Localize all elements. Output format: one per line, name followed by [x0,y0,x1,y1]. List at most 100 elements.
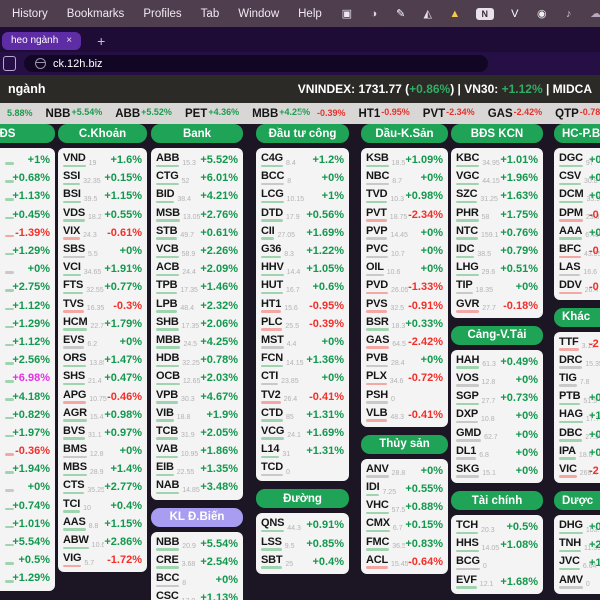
pencil-icon[interactable]: ✎ [395,7,407,20]
stock-row[interactable]: DTD 17.9 +0.56% [261,206,344,224]
stock-row[interactable]: OIL 10.6 +0% [366,260,443,278]
sector-header-pill[interactable]: Khác [554,307,600,327]
tape-item[interactable]: PVT -2.34% [423,107,475,120]
stock-row[interactable]: VIB 18.8 +1.9% [156,406,238,424]
tape-item[interactable]: ABB +5.52% [115,107,172,120]
stock-row[interactable]: DXP 10.8 +0% [456,407,538,425]
stock-row[interactable]: IPA 18.6 +0 [559,444,600,462]
stock-row[interactable]: +0.74% [0,497,50,515]
stock-row[interactable]: VGC 44.15 +1.96% [456,169,538,187]
stock-row[interactable]: MBB 24.5 +4.25% [156,333,238,351]
stock-row[interactable]: ORS13.85+1.47% [63,351,142,369]
stock-row[interactable]: NBC 8.7 +0% [366,169,443,187]
sector-header-pill[interactable]: KL Đ.Biến [151,507,243,527]
tape-item[interactable]: NBB +5.54% [46,107,103,120]
stock-row[interactable]: NBB 20.9 +5.54% [156,535,238,553]
stock-row[interactable]: HDB 32.25 +0.78% [156,351,238,369]
stock-row[interactable]: GMD 62.7 +0% [456,425,538,443]
tape-item[interactable]: QTP-0.78% [555,107,600,120]
stock-row[interactable]: TVD 10.3 +0.98% [366,187,443,205]
stock-row[interactable]: CMX 6.7 +0.15% [366,516,443,534]
stock-row[interactable]: +1.13% [0,187,50,205]
stock-row[interactable]: SSI 32.35 +0.15% [63,169,142,187]
stock-row[interactable]: PVB 28.4 +0% [366,351,443,369]
stock-row[interactable]: DGC 97 +0 [559,151,600,169]
stock-row[interactable]: AGR 15.4 +0.98% [63,406,142,424]
stock-row[interactable]: IDC 38.5 +0.79% [456,242,538,260]
stock-row[interactable]: BCC 8 +0% [156,571,238,589]
stock-row[interactable]: VLB 48.3 -0.41% [366,406,443,424]
stock-row[interactable]: -0.36% [0,442,50,460]
sector-header-pill[interactable]: Thủy sản [361,434,448,454]
stock-row[interactable]: PVC 10.7 +0% [366,242,443,260]
tab-close-icon[interactable]: × [66,35,72,46]
stock-row[interactable]: +1.29% [0,315,50,333]
stock-row[interactable]: HAH 61.3 +0.49% [456,353,538,371]
stock-row[interactable]: VOS 12.8 +0% [456,371,538,389]
stock-row[interactable]: +1.97% [0,424,50,442]
stock-row[interactable]: DHG103.7+0 [559,518,600,536]
stock-row[interactable]: PLX 34.6 -0.72% [366,369,443,387]
sector-header-pill[interactable]: Bank [151,124,243,143]
stock-row[interactable]: BMS 12.8 +0% [63,442,142,460]
stock-row[interactable]: FMC 36.5 +0.83% [366,535,443,553]
stock-row[interactable]: BCG 0 [456,554,538,572]
stock-row[interactable]: +2.75% [0,278,50,296]
stock-row[interactable]: +2.56% [0,351,50,369]
stock-row[interactable]: LHG 29.6 +0.51% [456,260,538,278]
sidebar-toggle-icon[interactable] [3,56,16,71]
stock-row[interactable]: TCI 10 +0.4% [63,497,142,515]
record-icon[interactable]: ◉ [536,7,548,20]
stock-row[interactable]: GVR 27.7 -0.18% [456,297,538,315]
tape-item[interactable]: -0.39% [316,108,346,119]
address-bar[interactable]: ck.12h.biz [24,55,488,72]
stock-row[interactable]: DBC 27.9 +0 [559,425,600,443]
mute-icon[interactable]: ♪ [563,8,575,20]
new-tab-button[interactable]: + [97,34,105,48]
stock-row[interactable]: TIP 18.35 +0% [456,278,538,296]
sector-header-pill[interactable]: Dược [554,491,600,510]
stock-row[interactable]: MBS 28.9 +1.4% [63,460,142,478]
stock-row[interactable]: BVS 31.1 +0.97% [63,424,142,442]
stock-row[interactable]: +1% [0,151,50,169]
stock-row[interactable]: VIC 269.4 -2 [559,462,600,480]
stock-row[interactable]: CTD 85 +1.31% [261,406,344,424]
sector-header-pill[interactable]: Tài chính [451,491,543,510]
menu-item-tab[interactable]: Tab [201,8,220,20]
stock-row[interactable]: PTB 51.5 +0 [559,389,600,407]
stock-row[interactable]: PVP 14.45 +0% [366,224,443,242]
stock-row[interactable]: CSC17.9+1.13% [156,589,238,600]
stock-row[interactable]: CTI 23.85 +0% [261,369,344,387]
stock-row[interactable]: MSB 13.05 +2.76% [156,206,238,224]
stock-row[interactable]: TCD 0 [261,460,344,478]
stock-row[interactable]: +4.18% [0,387,50,405]
stock-row[interactable]: +5.54% [0,533,50,551]
stock-row[interactable]: PSH 0 [366,387,443,405]
stock-row[interactable]: DDV 26.4 -0 [559,278,600,296]
stock-row[interactable]: EIB 22.55 +1.35% [156,460,238,478]
stock-row[interactable]: PVS 32.5 -0.91% [366,297,443,315]
stock-row[interactable]: +1.12% [0,333,50,351]
stock-row[interactable]: QNS 44.3 +0.91% [261,516,344,534]
stock-row[interactable]: DPM 23.3 -0 [559,206,600,224]
stock-row[interactable]: TNH 11.35 +2 [559,536,600,554]
stock-row[interactable]: AAA 6.46 +0 [559,224,600,242]
stock-row[interactable]: L14 31 +1.31% [261,442,344,460]
stock-row[interactable]: HT1 15.6 -0.95% [261,297,344,315]
stock-row[interactable]: ABW 10.6 +2.86% [63,533,142,551]
stock-row[interactable]: KBC 34.95 +1.01% [456,151,538,169]
stock-row[interactable]: HUT 16.7 +0.6% [261,278,344,296]
stock-row[interactable]: SHS 21.4 +0.47% [63,369,142,387]
stock-row[interactable]: SBS 5.5 +0% [63,242,142,260]
stock-row[interactable]: CII 27.05 +1.69% [261,224,344,242]
stock-row[interactable]: TPB 17.35 +1.46% [156,278,238,296]
stock-row[interactable]: +0.68% [0,169,50,187]
stock-row[interactable]: ABB 15.3 +5.52% [156,151,238,169]
stock-row[interactable]: PLC 25.5 -0.39% [261,315,344,333]
stock-row[interactable]: EVS 6.2 +0% [63,333,142,351]
stock-row[interactable]: HHS 14.05 +1.08% [456,536,538,554]
stock-row[interactable]: MST 4.4 +0% [261,333,344,351]
stock-row[interactable]: VCI 34.65 +1.91% [63,260,142,278]
sector-header-pill[interactable]: ĐS [0,124,55,143]
stock-row[interactable]: SGP 27.7 +0.73% [456,389,538,407]
